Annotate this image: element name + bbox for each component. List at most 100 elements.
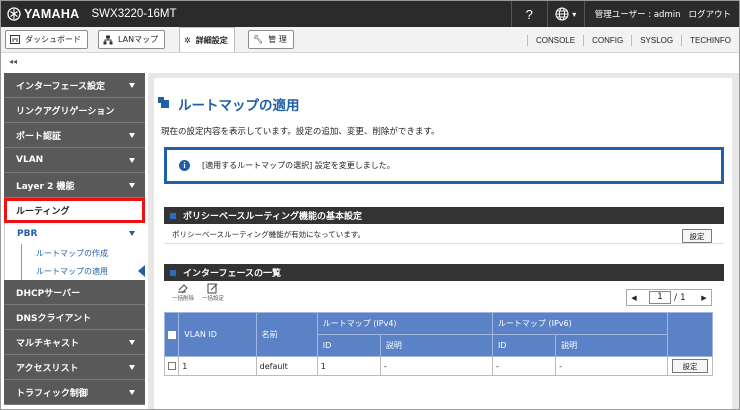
sidebar-item-port-auth[interactable]: ポート認証 <box>4 123 145 148</box>
techinfo-link[interactable]: TECHINFO <box>681 34 739 46</box>
sidebar-item-label: ポート認証 <box>16 131 62 142</box>
model-name: SWX3220-16MT <box>91 8 177 20</box>
sidebar-item-apply-route-map[interactable]: ルートマップの適用 <box>22 262 145 280</box>
interface-table: VLAN ID 名前 ルートマップ (IPv4) ルートマップ (IPv6) I… <box>163 312 713 376</box>
col-ipv6: ルートマップ (IPv6) <box>491 312 669 335</box>
title-marker-icon <box>158 97 169 108</box>
globe-icon <box>555 7 569 21</box>
sidebar-item-label: DNSクライアント <box>16 313 92 324</box>
sidebar-item-dns-client[interactable]: DNSクライアント <box>4 305 145 330</box>
config-link[interactable]: CONFIG <box>583 34 631 46</box>
console-link[interactable]: CONSOLE <box>526 34 583 46</box>
tab-dashboard[interactable]: ダッシュボード <box>5 30 88 49</box>
tab-advanced-settings[interactable]: ✲ 詳細設定 <box>179 27 235 52</box>
chevron-down-icon <box>129 340 135 345</box>
top-bar: YAMAHA SWX3220-16MT ? ▾ 管理ユーザー : admin ロ… <box>1 1 739 27</box>
bulk-delete-button[interactable]: 一括削除 <box>172 284 194 302</box>
brand-logo: YAMAHA <box>1 7 80 21</box>
app-window: YAMAHA SWX3220-16MT ? ▾ 管理ユーザー : admin ロ… <box>0 0 740 410</box>
next-page-icon[interactable]: ▶ <box>697 294 711 302</box>
main-content: ルートマップの適用 現在の設定内容を表示しています。設定の追加、変更、削除ができ… <box>148 73 739 409</box>
tab-label: 詳細設定 <box>195 35 228 45</box>
sidebar-item-multicast[interactable]: マルチキャスト <box>4 330 145 355</box>
tab-lanmap[interactable]: LANマップ <box>98 30 166 49</box>
current-page-pointer-icon <box>138 265 145 277</box>
col-actions <box>667 312 713 357</box>
sidebar-item-label: VLAN <box>16 155 44 165</box>
page-title: ルートマップの適用 <box>158 94 300 114</box>
bulk-set-label: 一括設定 <box>202 296 225 302</box>
prev-page-icon[interactable]: ◀ <box>627 294 641 302</box>
logout-link[interactable]: ログアウト <box>688 8 739 20</box>
lanmap-icon <box>103 35 113 45</box>
info-icon: i <box>179 160 190 171</box>
section-marker-icon <box>170 212 176 219</box>
yamaha-tuning-fork-icon <box>7 7 21 21</box>
cell-ipv4-id: 1 <box>316 356 381 376</box>
page-description: 現在の設定内容を表示しています。設定の追加、変更、削除ができます。 <box>161 127 440 137</box>
sidebar-item-label: ルートマップの作成 <box>36 248 108 258</box>
sidebar-item-label: ルートマップの適用 <box>36 266 108 276</box>
chevron-down-icon <box>129 390 135 395</box>
brand-name: YAMAHA <box>24 7 80 21</box>
wrench-icon: 🔧︎ <box>253 35 264 44</box>
notice-text: [適用するルートマップの選択] 設定を変更しました。 <box>202 161 395 170</box>
sidebar-item-label: リンクアグリゲーション <box>16 106 115 117</box>
section-title: インターフェースの一覧 <box>183 269 282 279</box>
current-user: 管理ユーザー : admin <box>594 10 681 20</box>
bulk-edit-icon <box>207 283 218 294</box>
row-checkbox[interactable] <box>167 362 176 370</box>
sidebar-item-traffic-control[interactable]: トラフィック制御 <box>4 380 145 405</box>
sidebar-item-access-list[interactable]: アクセスリスト <box>4 355 145 380</box>
tab-label: LANマップ <box>118 35 159 44</box>
tab-management[interactable]: 🔧︎ 管 理 <box>248 30 294 49</box>
cell-ipv6-id: - <box>491 356 557 376</box>
sidebar-item-label: アクセスリスト <box>16 363 79 374</box>
col-ipv4-id: ID <box>316 334 381 357</box>
section-marker-icon <box>170 269 176 276</box>
chevron-down-icon <box>129 231 135 236</box>
pbr-settings-button[interactable]: 設定 <box>682 229 712 243</box>
chevron-down-icon <box>129 158 135 163</box>
sidebar-item-label: トラフィック制御 <box>16 388 88 399</box>
tab-label: ダッシュボード <box>25 35 81 44</box>
select-all-checkbox[interactable] <box>167 330 176 339</box>
col-name: 名前 <box>255 312 318 357</box>
sidebar-item-layer2[interactable]: Layer 2 機能 <box>4 173 145 198</box>
select-all-cell <box>163 312 180 357</box>
sidebar-item-interface[interactable]: インターフェース設定 <box>4 73 145 98</box>
col-ipv4-desc: 説明 <box>379 334 493 357</box>
page-number-input[interactable]: 1 <box>649 291 671 304</box>
col-ipv6-id: ID <box>491 334 557 357</box>
sidebar-item-pbr[interactable]: PBR <box>5 223 145 244</box>
col-ipv4: ルートマップ (IPv4) <box>316 312 493 335</box>
syslog-link[interactable]: SYSLOG <box>631 34 681 46</box>
bulk-set-button[interactable]: 一括設定 <box>202 283 224 302</box>
sidebar-item-create-route-map[interactable]: ルートマップの作成 <box>22 244 145 262</box>
pagination: ◀ 1 / 1 ▶ <box>626 289 712 306</box>
chevron-down-icon <box>129 365 135 370</box>
sidebar-item-vlan[interactable]: VLAN <box>4 148 145 173</box>
col-vlan-id: VLAN ID <box>178 312 257 357</box>
quick-links: CONSOLE CONFIG SYSLOG TECHINFO <box>526 27 739 53</box>
page-total: 1 <box>680 292 686 303</box>
language-button[interactable]: ▾ <box>546 1 585 27</box>
notice-box: i [適用するルートマップの選択] 設定を変更しました。 <box>164 147 724 184</box>
pbr-status-text: ポリシーベースルーティング機能が有効になっています。 <box>172 229 366 239</box>
sidebar-item-label: DHCPサーバー <box>16 288 81 299</box>
sidebar-item-routing[interactable]: ルーティング <box>4 198 145 223</box>
row-settings-button[interactable]: 設定 <box>672 359 708 373</box>
nav-bar: ダッシュボード LANマップ ✲ 詳細設定 🔧︎ 管 理 CONSOLE CON… <box>1 27 739 53</box>
cell-ipv4-desc: - <box>379 356 493 376</box>
sidebar: インターフェース設定 リンクアグリゲーション ポート認証 VLAN Layer … <box>4 73 145 409</box>
help-button[interactable]: ? <box>510 1 547 27</box>
cell-name: default <box>255 356 318 376</box>
cell-ipv6-desc: - <box>555 356 669 376</box>
sidebar-item-link-aggregation[interactable]: リンクアグリゲーション <box>4 98 145 123</box>
sidebar-item-label: ルーティング <box>16 207 70 217</box>
pbr-status-row: ポリシーベースルーティング機能が有効になっています。 <box>164 225 724 244</box>
section-header-pbr-basic: ポリシーベースルーティング機能の基本設定 <box>164 207 724 224</box>
chevron-down-icon <box>129 183 135 188</box>
collapse-sidebar-button[interactable]: ◂◂ <box>9 57 17 66</box>
sidebar-item-dhcp-server[interactable]: DHCPサーバー <box>4 280 145 305</box>
